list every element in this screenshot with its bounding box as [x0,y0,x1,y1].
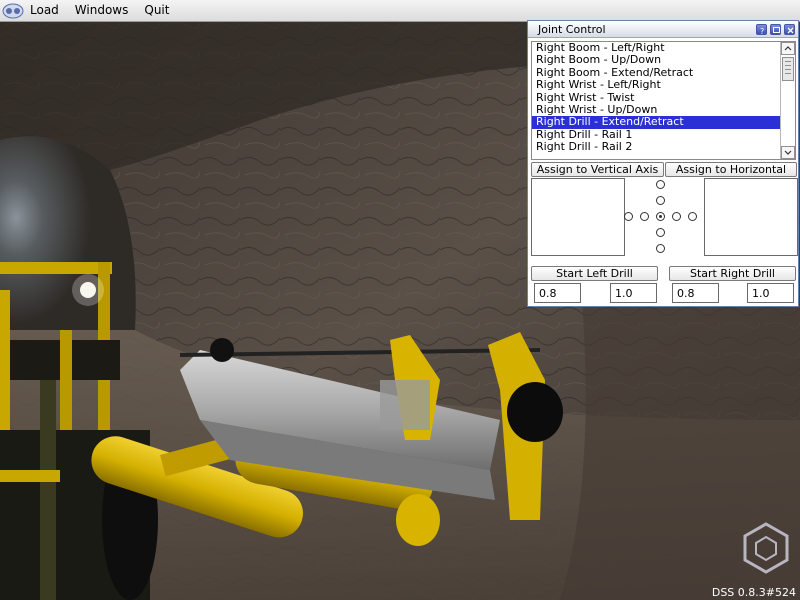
restore-icon [773,26,780,33]
restore-button[interactable] [770,23,781,35]
assign-vertical-axis-button[interactable]: Assign to Vertical Axis [531,162,664,177]
question-icon: ? [760,27,764,35]
close-icon [787,27,794,33]
joystick-up-1[interactable] [656,196,665,205]
start-left-drill-button[interactable]: Start Left Drill [531,266,658,281]
scroll-down-button[interactable] [781,146,795,159]
joystick-left-2[interactable] [624,212,633,221]
right-drill-input-1[interactable] [672,283,719,303]
list-item[interactable]: Right Drill - Extend/Retract [532,115,782,129]
vertical-axis-box[interactable] [531,178,625,256]
joystick-down-2[interactable] [656,244,665,253]
help-button[interactable]: ? [756,23,767,35]
list-scrollbar[interactable] [780,42,795,159]
right-drill-input-2[interactable] [747,283,794,303]
menu-bar: Load Windows Quit [0,0,800,22]
svg-text:?: ? [760,27,764,35]
joystick-left-1[interactable] [640,212,649,221]
list-item[interactable]: Right Wrist - Left/Right [532,78,782,91]
horizontal-axis-box[interactable] [704,178,798,256]
joystick-up-2[interactable] [656,180,665,189]
chevron-up-icon [784,46,792,51]
scroll-thumb[interactable] [782,57,794,81]
joystick-center[interactable] [656,212,665,221]
list-item[interactable]: Right Boom - Up/Down [532,53,782,66]
chevron-down-icon [784,150,792,155]
joint-control-window: Joint Control ? Right Boom - Left/Right R… [527,20,799,307]
menu-quit[interactable]: Quit [136,0,177,21]
menu-windows[interactable]: Windows [67,0,137,21]
window-titlebar[interactable]: Joint Control ? [528,21,798,38]
scroll-up-button[interactable] [781,42,795,55]
version-label: DSS 0.8.3#524 [711,586,796,599]
app-logo-icon [0,0,26,21]
joystick-right-2[interactable] [688,212,697,221]
joint-list[interactable]: Right Boom - Left/Right Right Boom - Up/D… [531,41,796,160]
left-drill-input-1[interactable] [534,283,581,303]
joystick-down-1[interactable] [656,228,665,237]
start-right-drill-button[interactable]: Start Right Drill [669,266,796,281]
assign-horizontal-axis-button[interactable]: Assign to Horizontal Axis [665,162,797,189]
close-button[interactable] [784,23,795,35]
list-item[interactable]: Right Drill - Rail 2 [532,140,782,153]
window-title: Joint Control [538,22,606,36]
left-drill-input-2[interactable] [610,283,657,303]
joystick-right-1[interactable] [672,212,681,221]
menu-load[interactable]: Load [26,0,67,21]
